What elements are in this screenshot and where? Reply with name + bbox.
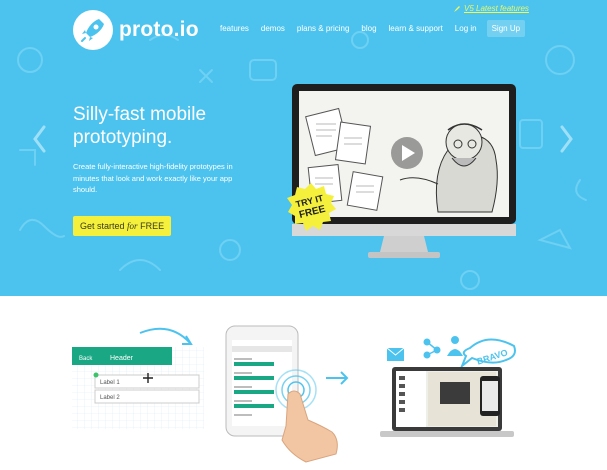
carousel-next-icon[interactable]: [558, 125, 574, 153]
hero-subtitle: Create fully-interactive high-fidelity p…: [73, 162, 233, 194]
nav-login[interactable]: Log in: [449, 24, 483, 33]
hero-section: proto.io V5 Latest features features dem…: [0, 0, 607, 296]
carousel-prev-icon[interactable]: [32, 125, 48, 153]
nav-demos[interactable]: demos: [255, 24, 291, 33]
cta-prefix: Get started: [80, 221, 125, 231]
nav-blog[interactable]: blog: [355, 24, 382, 33]
main-nav: features demos plans & pricing blog lear…: [214, 20, 526, 37]
nav-learn-support[interactable]: learn & support: [383, 24, 449, 33]
mock-label-1: Label 1: [100, 380, 120, 386]
v5-features-label: V5 Latest features: [464, 4, 529, 13]
cta-for: for: [127, 221, 138, 231]
try-it-free-badge[interactable]: TRY IT FREE: [286, 182, 336, 232]
feature-illustrations: Back Header Label 1 Label 2 BRAVO: [72, 325, 516, 463]
mock-header-label: Header: [110, 355, 134, 362]
nav-features[interactable]: features: [214, 24, 255, 33]
phone-tap-illustration: [225, 325, 349, 463]
cta-suffix: FREE: [140, 221, 165, 231]
demo-video-monitor[interactable]: [288, 82, 520, 262]
nav-plans-pricing[interactable]: plans & pricing: [291, 24, 355, 33]
v5-features-link[interactable]: V5 Latest features: [453, 4, 529, 13]
hero-title: Silly-fast mobile prototyping.: [73, 104, 207, 148]
rocket-icon: [454, 5, 460, 12]
mockup-builder-illustration: Back Header Label 1 Label 2: [72, 327, 204, 429]
mock-label-2: Label 2: [100, 395, 120, 401]
brand-name: proto.io: [119, 18, 199, 41]
get-started-button[interactable]: Get started for FREE: [73, 216, 172, 236]
brand-logo[interactable]: proto.io: [73, 10, 199, 50]
mock-back-label: Back: [79, 356, 93, 362]
sharing-illustration: BRAVO: [380, 336, 516, 437]
rocket-logo-icon: [73, 10, 113, 50]
signup-button[interactable]: Sign Up: [486, 20, 526, 37]
